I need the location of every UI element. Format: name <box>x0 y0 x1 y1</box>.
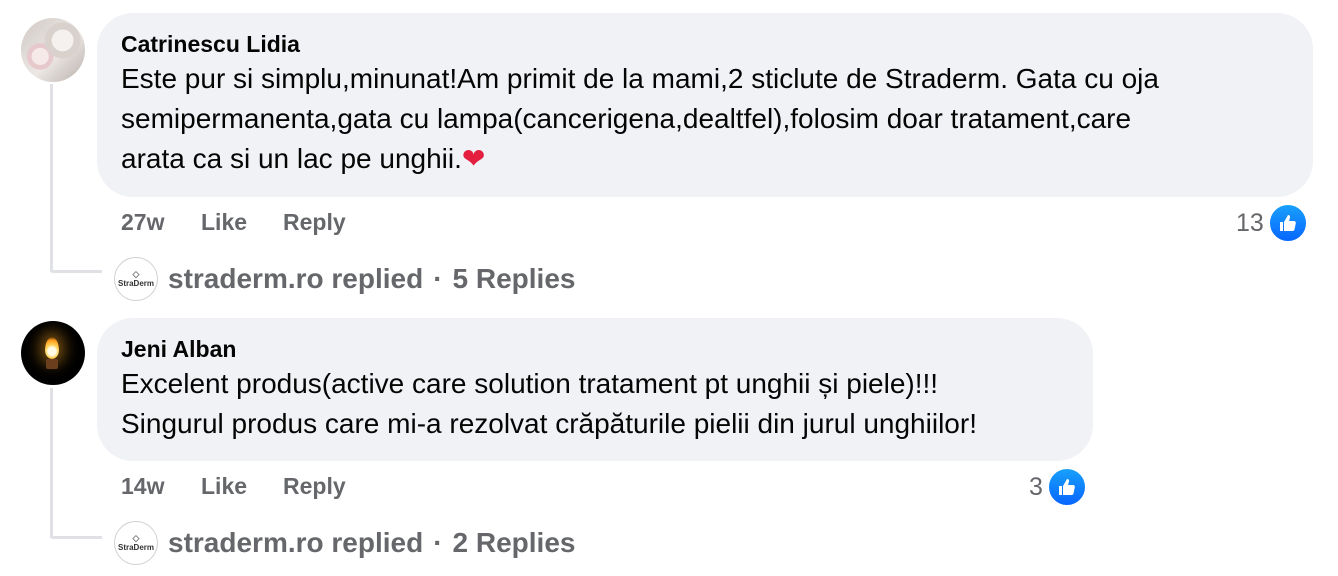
straderm-logo: ◇ StraDerm <box>114 257 158 301</box>
comment-text: Excelent produs(active care solution tra… <box>121 368 977 439</box>
reply-button[interactable]: Reply <box>283 473 346 500</box>
replies-count: 2 Replies <box>452 527 576 558</box>
replier-name: straderm.ro replied <box>168 527 424 558</box>
reaction-count: 13 <box>1236 208 1264 237</box>
comment-author[interactable]: Catrinescu Lidia <box>121 29 1289 59</box>
comment-timestamp[interactable]: 14w <box>121 473 201 500</box>
thumbs-up-icon <box>1267 203 1308 243</box>
separator-dot: · <box>433 527 443 558</box>
avatar[interactable] <box>21 321 85 385</box>
heart-emoji: ❤ <box>461 143 486 174</box>
avatar[interactable] <box>21 18 85 82</box>
thread-line <box>50 84 53 272</box>
comment-author[interactable]: Jeni Alban <box>121 334 1069 364</box>
thread-line-elbow <box>50 270 102 273</box>
replier-name: straderm.ro replied <box>168 263 424 294</box>
reaction-summary[interactable]: 13 <box>1236 203 1308 243</box>
candle-flame-icon <box>45 337 59 359</box>
reply-button[interactable]: Reply <box>283 209 346 236</box>
straderm-logo: ◇ StraDerm <box>114 521 158 565</box>
comment-bubble: Jeni Alban Excelent produs(active care s… <box>97 318 1093 461</box>
like-button[interactable]: Like <box>201 473 283 500</box>
thread-line <box>50 388 53 538</box>
comment-bubble: Catrinescu Lidia Este pur si simplu,minu… <box>97 13 1313 197</box>
thumbs-up-icon <box>1046 467 1087 507</box>
like-button[interactable]: Like <box>201 209 283 236</box>
comment-text: Este pur si simplu,minunat!Am primit de … <box>121 63 1159 174</box>
view-replies-link[interactable]: ◇ StraDerm straderm.ro replied · 5 Replie… <box>114 257 575 301</box>
comment-actions: 14w Like Reply <box>121 473 346 500</box>
replies-count: 5 Replies <box>452 263 576 294</box>
separator-dot: · <box>433 263 443 294</box>
candle-icon <box>46 359 58 369</box>
reaction-count: 3 <box>1029 472 1043 501</box>
comment-timestamp[interactable]: 27w <box>121 209 201 236</box>
thread-line-elbow <box>50 536 102 539</box>
reaction-summary[interactable]: 3 <box>1029 467 1087 507</box>
comment-actions: 27w Like Reply <box>121 209 346 236</box>
view-replies-link[interactable]: ◇ StraDerm straderm.ro replied · 2 Replie… <box>114 521 575 565</box>
